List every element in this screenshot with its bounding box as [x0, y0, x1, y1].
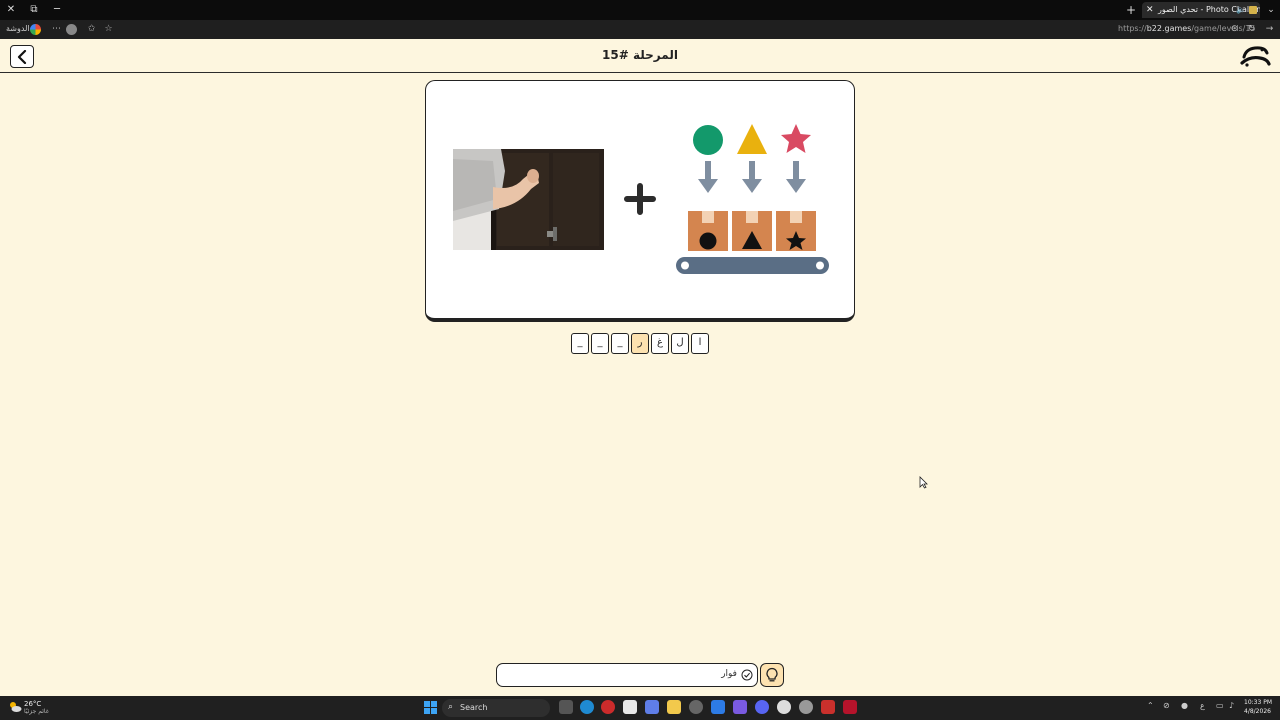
- tab-close-icon[interactable]: ✕: [1146, 2, 1154, 18]
- forward-icon[interactable]: →: [1263, 23, 1276, 36]
- plus-icon: [624, 183, 656, 215]
- clock-date[interactable]: 4/8/2026: [1244, 708, 1271, 715]
- mouse-cursor: [919, 476, 928, 489]
- back-button[interactable]: [10, 45, 34, 68]
- profile-label[interactable]: الدوشة: [6, 24, 30, 33]
- copilot-icon[interactable]: [645, 700, 659, 714]
- acrobat-icon[interactable]: [821, 700, 835, 714]
- shape-sorting-illustration: [676, 124, 829, 274]
- clock-time[interactable]: 10:33 PM: [1244, 699, 1272, 706]
- chrome-icon[interactable]: [799, 700, 813, 714]
- taskbar-search[interactable]: ⌕ Search: [442, 699, 550, 717]
- letter-tile[interactable]: _: [571, 333, 589, 354]
- letter-tile[interactable]: غ: [651, 333, 669, 354]
- restore-window-icon[interactable]: ⧉: [26, 2, 42, 18]
- windows-taskbar: 26°C غائم جزئيًا ⌕ Search ⌃ ⊘ ● ع ▭ ♪ 10…: [0, 696, 1280, 720]
- edge-icon[interactable]: [580, 700, 594, 714]
- check-circle-icon[interactable]: [741, 669, 753, 681]
- network-icon[interactable]: ⊘: [1163, 701, 1170, 710]
- mic-icon[interactable]: ●: [1181, 701, 1188, 710]
- browser-address-bar: الدوشة ⋯ ✩ ☆ https://b22.games/game/leve…: [0, 20, 1280, 39]
- discord-icon[interactable]: [755, 700, 769, 714]
- volume-icon[interactable]: ♪: [1229, 701, 1234, 710]
- knocking-door-photo: [453, 149, 604, 250]
- store-icon[interactable]: [623, 700, 637, 714]
- chevron-left-icon: [17, 49, 27, 64]
- hint-button[interactable]: [760, 663, 784, 687]
- app-icon[interactable]: [843, 700, 857, 714]
- answer-text: فوار: [721, 669, 737, 679]
- search-label: Search: [460, 703, 488, 712]
- letter-tile[interactable]: _: [611, 333, 629, 354]
- triangle-shape: [737, 124, 767, 154]
- conveyor-belt: [676, 257, 829, 274]
- browser-title-bar: ✕ ⧉ ─ + ✕ تحدي الصور - Photo Challenge 🔈…: [0, 0, 1280, 20]
- language-indicator[interactable]: ع: [1200, 701, 1205, 710]
- app-icon[interactable]: [777, 700, 791, 714]
- close-window-icon[interactable]: ✕: [3, 2, 19, 18]
- letter-tile[interactable]: ر: [631, 333, 649, 354]
- tray-chevron-icon[interactable]: ⌃: [1147, 701, 1154, 710]
- display-icon[interactable]: ▭: [1216, 701, 1224, 710]
- mail-icon[interactable]: [711, 700, 725, 714]
- tab-list-chevron-icon[interactable]: ⌄: [1264, 2, 1278, 18]
- speaker-icon[interactable]: 🔈: [1236, 2, 1246, 18]
- task-view-icon[interactable]: [559, 700, 573, 714]
- letter-tile[interactable]: _: [591, 333, 609, 354]
- windows-start-icon[interactable]: [424, 701, 437, 714]
- opera-icon[interactable]: [601, 700, 615, 714]
- browser-tab[interactable]: ✕ تحدي الصور - Photo Challenge 🔈: [1142, 2, 1260, 18]
- favicon-icon: [1249, 6, 1257, 14]
- game-header: المرحلة #15: [0, 39, 1280, 73]
- lightbulb-icon: [766, 667, 778, 682]
- game-logo: [1240, 46, 1271, 67]
- reload-icon[interactable]: ↻: [1245, 23, 1258, 36]
- extension-icon[interactable]: [66, 24, 77, 35]
- circle-shape: [693, 125, 723, 155]
- star-shape: [781, 124, 811, 153]
- new-tab-button[interactable]: +: [1124, 2, 1138, 18]
- boxes: [688, 211, 816, 251]
- puzzle-card: [425, 80, 855, 322]
- collections-icon[interactable]: ✩: [85, 23, 98, 36]
- weather-description: غائم جزئيًا: [24, 708, 49, 715]
- answer-tiles: ا ل غ ر _ _ _: [571, 333, 709, 354]
- app-icon[interactable]: [733, 700, 747, 714]
- profile-avatar[interactable]: [30, 24, 41, 35]
- search-icon: ⌕: [448, 702, 454, 712]
- answer-input[interactable]: فوار: [496, 663, 758, 687]
- settings-icon[interactable]: [689, 700, 703, 714]
- minimize-window-icon[interactable]: ─: [49, 2, 65, 18]
- arrow-down-icons: [698, 161, 806, 193]
- more-icon[interactable]: ⋯: [50, 23, 63, 36]
- lock-icon[interactable]: ⊙: [1228, 23, 1241, 36]
- letter-tile[interactable]: ا: [691, 333, 709, 354]
- favorite-star-icon[interactable]: ☆: [102, 23, 115, 36]
- weather-temperature: 26°C: [24, 700, 42, 708]
- file-explorer-icon[interactable]: [667, 700, 681, 714]
- letter-tile[interactable]: ل: [671, 333, 689, 354]
- level-title: المرحلة #15: [602, 48, 678, 62]
- weather-icon[interactable]: [8, 700, 22, 714]
